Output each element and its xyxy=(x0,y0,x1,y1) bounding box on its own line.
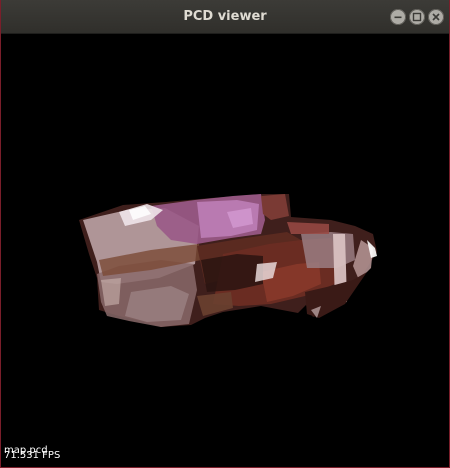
maximize-icon xyxy=(412,12,422,22)
close-button[interactable] xyxy=(428,9,444,25)
minimize-icon xyxy=(394,16,402,19)
point-cloud xyxy=(79,194,377,327)
cloud-name-label: map.pcd xyxy=(4,445,48,456)
render-viewport[interactable]: 71.531 FPS map.pcd xyxy=(1,34,449,467)
maximize-button[interactable] xyxy=(409,9,425,25)
close-icon xyxy=(432,13,440,21)
minimize-button[interactable] xyxy=(390,9,406,25)
pcd-viewer-window: PCD viewer 71.531 FPS map.pcd xyxy=(0,0,450,468)
title-bar[interactable]: PCD viewer xyxy=(1,0,449,34)
window-title: PCD viewer xyxy=(183,9,267,24)
